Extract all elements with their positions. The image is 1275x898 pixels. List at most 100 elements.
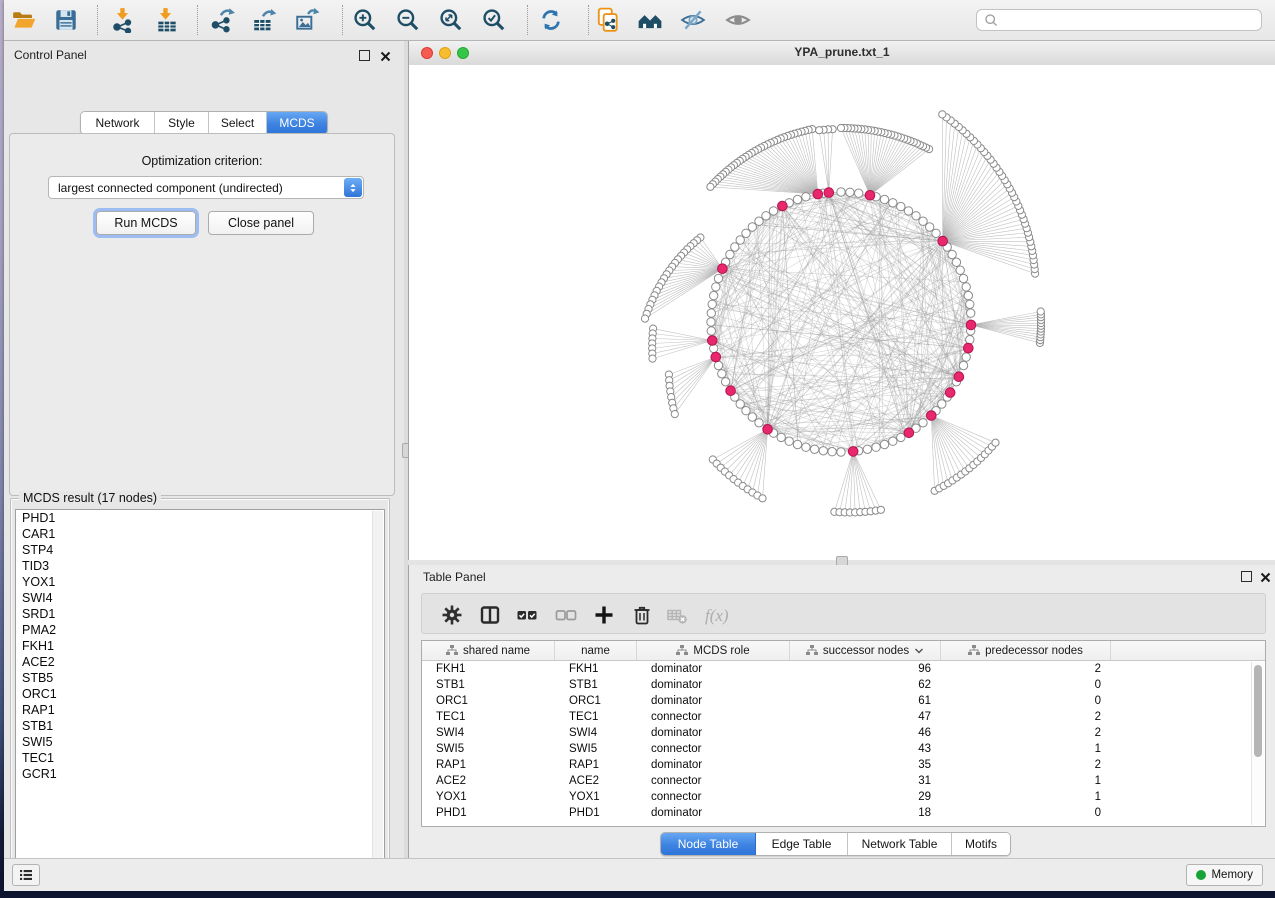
network-node[interactable] xyxy=(785,437,793,445)
network-node[interactable] xyxy=(742,229,750,237)
network-node[interactable] xyxy=(707,318,715,326)
column-header-MCDS-role[interactable]: MCDS role xyxy=(637,641,790,660)
network-node[interactable] xyxy=(956,266,964,274)
mcds-result-item[interactable]: ACE2 xyxy=(16,654,384,670)
tab-edge-table[interactable]: Edge Table xyxy=(756,833,848,855)
table-row[interactable]: ACE2ACE2connector311 xyxy=(422,773,1265,789)
network-node[interactable] xyxy=(802,443,810,451)
network-node[interactable] xyxy=(748,223,756,231)
float-panel-icon[interactable] xyxy=(1241,571,1252,582)
dominator-node[interactable] xyxy=(848,447,858,457)
network-node[interactable] xyxy=(926,223,934,231)
save-session-icon[interactable] xyxy=(53,7,79,33)
mcds-list-scrollbar[interactable] xyxy=(372,511,383,869)
network-node[interactable] xyxy=(731,243,739,251)
network-node[interactable] xyxy=(837,188,845,196)
show-columns-icon[interactable] xyxy=(478,603,502,627)
delete-column-icon[interactable] xyxy=(630,603,654,627)
close-panel-icon[interactable] xyxy=(1260,570,1271,588)
column-header-name[interactable]: name xyxy=(555,641,637,660)
zoom-fit-icon[interactable] xyxy=(438,7,464,33)
network-node[interactable] xyxy=(880,195,888,203)
mcds-result-item[interactable]: SWI4 xyxy=(16,590,384,606)
network-node[interactable] xyxy=(721,378,729,386)
import-table-icon[interactable] xyxy=(154,7,180,33)
network-node[interactable] xyxy=(736,400,744,408)
network-node[interactable] xyxy=(897,202,905,210)
leaf-node[interactable] xyxy=(992,439,999,446)
table-row[interactable]: PHD1PHD1dominator180 xyxy=(422,805,1265,821)
table-row[interactable]: SWI5SWI5connector431 xyxy=(422,741,1265,757)
network-node[interactable] xyxy=(889,199,897,207)
mcds-result-item[interactable]: PHD1 xyxy=(16,510,384,526)
mcds-result-item[interactable]: TEC1 xyxy=(16,750,384,766)
network-node[interactable] xyxy=(938,400,946,408)
network-node[interactable] xyxy=(793,440,801,448)
leaf-node[interactable] xyxy=(641,315,648,322)
leaf-node[interactable] xyxy=(816,127,823,134)
network-node[interactable] xyxy=(726,250,734,258)
network-window-titlebar[interactable]: YPA_prune.txt_1 xyxy=(409,41,1275,66)
hide-selected-icon[interactable] xyxy=(680,7,706,33)
clone-network-icon[interactable] xyxy=(595,7,621,33)
network-node[interactable] xyxy=(966,300,974,308)
network-node[interactable] xyxy=(863,445,871,453)
network-node[interactable] xyxy=(919,419,927,427)
network-node[interactable] xyxy=(742,407,750,415)
tab-network-table[interactable]: Network Table xyxy=(848,833,952,855)
table-row[interactable]: FKH1FKH1dominator962 xyxy=(422,661,1265,677)
add-column-icon[interactable] xyxy=(592,603,616,627)
network-node[interactable] xyxy=(718,370,726,378)
zoom-in-icon[interactable] xyxy=(352,7,378,33)
open-session-icon[interactable] xyxy=(11,7,37,33)
dominator-node[interactable] xyxy=(778,201,788,211)
table-row[interactable]: YOX1YOX1connector291 xyxy=(422,789,1265,805)
mcds-result-item[interactable]: PMA2 xyxy=(16,622,384,638)
leaf-node[interactable] xyxy=(837,124,844,131)
table-row[interactable]: ORC1ORC1dominator610 xyxy=(422,693,1265,709)
leaf-node[interactable] xyxy=(939,111,946,118)
dominator-node[interactable] xyxy=(824,188,834,198)
network-node[interactable] xyxy=(802,193,810,201)
network-node[interactable] xyxy=(889,437,897,445)
network-node[interactable] xyxy=(966,336,974,344)
home-icon[interactable] xyxy=(637,7,663,33)
mcds-result-item[interactable]: GCR1 xyxy=(16,766,384,782)
dominator-node[interactable] xyxy=(865,191,875,201)
dominator-node[interactable] xyxy=(966,320,976,330)
network-node[interactable] xyxy=(948,250,956,258)
network-node[interactable] xyxy=(755,419,763,427)
dominator-node[interactable] xyxy=(945,388,955,398)
network-node[interactable] xyxy=(712,283,720,291)
scrollbar-thumb[interactable] xyxy=(1254,665,1262,757)
network-node[interactable] xyxy=(962,283,970,291)
network-node[interactable] xyxy=(959,274,967,282)
memory-button[interactable]: Memory xyxy=(1186,864,1263,886)
leaf-node[interactable] xyxy=(671,411,678,418)
network-node[interactable] xyxy=(828,448,836,456)
table-scrollbar[interactable] xyxy=(1251,662,1264,825)
network-node[interactable] xyxy=(952,258,960,266)
mcds-result-list[interactable]: PHD1CAR1STP4TID3YOX1SWI4SRD1PMA2FKH1ACE2… xyxy=(15,509,385,871)
zoom-out-icon[interactable] xyxy=(395,7,421,33)
network-node[interactable] xyxy=(880,440,888,448)
network-node[interactable] xyxy=(777,433,785,441)
tab-select[interactable]: Select xyxy=(209,112,267,134)
show-panels-button[interactable] xyxy=(12,864,40,886)
table-row[interactable]: TEC1TEC1connector472 xyxy=(422,709,1265,725)
dominator-node[interactable] xyxy=(718,264,728,274)
mcds-result-item[interactable]: STB5 xyxy=(16,670,384,686)
network-node[interactable] xyxy=(708,300,716,308)
dominator-node[interactable] xyxy=(708,336,718,346)
dominator-node[interactable] xyxy=(711,352,721,362)
network-node[interactable] xyxy=(755,217,763,225)
network-node[interactable] xyxy=(769,207,777,215)
network-node[interactable] xyxy=(736,236,744,244)
mcds-result-item[interactable]: RAP1 xyxy=(16,702,384,718)
mcds-result-item[interactable]: SWI5 xyxy=(16,734,384,750)
dominator-node[interactable] xyxy=(927,411,937,421)
network-graph[interactable] xyxy=(409,65,1275,560)
tab-network[interactable]: Network xyxy=(81,112,155,134)
dominator-node[interactable] xyxy=(938,236,948,246)
network-node[interactable] xyxy=(897,433,905,441)
